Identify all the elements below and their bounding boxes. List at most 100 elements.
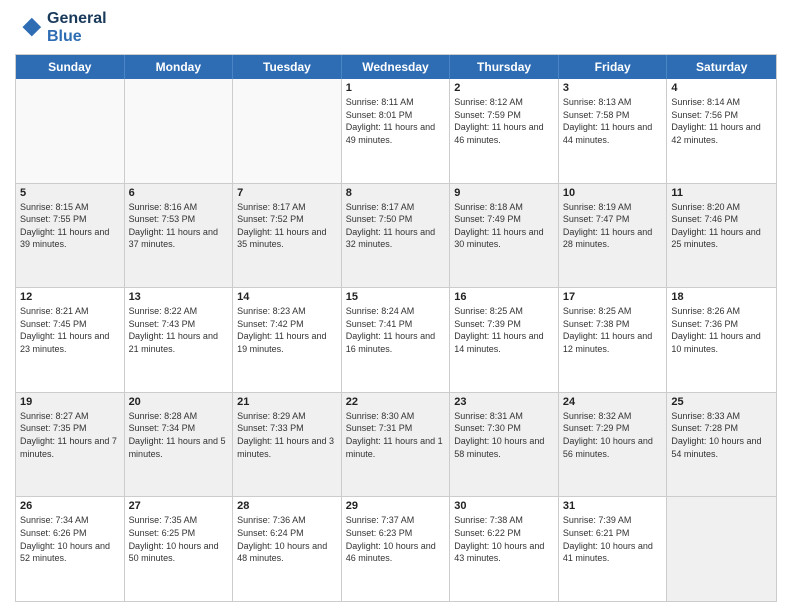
day-info: Sunrise: 8:33 AM Sunset: 7:28 PM Dayligh… [671, 410, 772, 460]
day-info: Sunrise: 7:34 AM Sunset: 6:26 PM Dayligh… [20, 514, 120, 564]
week-row-5: 26 Sunrise: 7:34 AM Sunset: 6:26 PM Dayli… [16, 497, 776, 601]
day-cell: 17 Sunrise: 8:25 AM Sunset: 7:38 PM Dayli… [559, 288, 668, 392]
day-number: 22 [346, 396, 446, 408]
day-number: 5 [20, 187, 120, 199]
day-cell: 25 Sunrise: 8:33 AM Sunset: 7:28 PM Dayli… [667, 393, 776, 497]
day-info: Sunrise: 8:28 AM Sunset: 7:34 PM Dayligh… [129, 410, 229, 460]
day-info: Sunrise: 8:11 AM Sunset: 8:01 PM Dayligh… [346, 96, 446, 146]
day-info: Sunrise: 8:22 AM Sunset: 7:43 PM Dayligh… [129, 305, 229, 355]
day-number: 17 [563, 291, 663, 303]
day-number: 29 [346, 500, 446, 512]
day-number: 31 [563, 500, 663, 512]
day-cell [233, 79, 342, 183]
day-info: Sunrise: 8:21 AM Sunset: 7:45 PM Dayligh… [20, 305, 120, 355]
day-info: Sunrise: 8:23 AM Sunset: 7:42 PM Dayligh… [237, 305, 337, 355]
day-number: 9 [454, 187, 554, 199]
day-cell: 16 Sunrise: 8:25 AM Sunset: 7:39 PM Dayli… [450, 288, 559, 392]
weeks-container: 1 Sunrise: 8:11 AM Sunset: 8:01 PM Daylig… [16, 79, 776, 601]
day-number: 28 [237, 500, 337, 512]
day-cell: 12Sunrise: 8:21 AM Sunset: 7:45 PM Dayli… [16, 288, 125, 392]
day-number: 1 [346, 82, 446, 94]
day-info: Sunrise: 8:31 AM Sunset: 7:30 PM Dayligh… [454, 410, 554, 460]
day-number: 27 [129, 500, 229, 512]
day-cell [16, 79, 125, 183]
day-info: Sunrise: 8:16 AM Sunset: 7:53 PM Dayligh… [129, 201, 229, 251]
day-cell: 27 Sunrise: 7:35 AM Sunset: 6:25 PM Dayli… [125, 497, 234, 601]
day-info: Sunrise: 7:38 AM Sunset: 6:22 PM Dayligh… [454, 514, 554, 564]
day-info: Sunrise: 8:25 AM Sunset: 7:39 PM Dayligh… [454, 305, 554, 355]
day-info: Sunrise: 8:24 AM Sunset: 7:41 PM Dayligh… [346, 305, 446, 355]
day-info: Sunrise: 7:35 AM Sunset: 6:25 PM Dayligh… [129, 514, 229, 564]
day-cell: 21Sunrise: 8:29 AM Sunset: 7:33 PM Dayli… [233, 393, 342, 497]
day-cell: 30 Sunrise: 7:38 AM Sunset: 6:22 PM Dayli… [450, 497, 559, 601]
day-header-tuesday: Tuesday [233, 55, 342, 79]
day-header-monday: Monday [125, 55, 234, 79]
day-cell: 14 Sunrise: 8:23 AM Sunset: 7:42 PM Dayli… [233, 288, 342, 392]
day-info: Sunrise: 8:18 AM Sunset: 7:49 PM Dayligh… [454, 201, 554, 251]
day-info: Sunrise: 7:36 AM Sunset: 6:24 PM Dayligh… [237, 514, 337, 564]
day-number: 19 [20, 396, 120, 408]
day-cell: 31Sunrise: 7:39 AM Sunset: 6:21 PM Dayli… [559, 497, 668, 601]
day-header-thursday: Thursday [450, 55, 559, 79]
day-header-friday: Friday [559, 55, 668, 79]
day-cell: 23Sunrise: 8:31 AM Sunset: 7:30 PM Dayli… [450, 393, 559, 497]
day-cell [125, 79, 234, 183]
day-number: 3 [563, 82, 663, 94]
day-cell: 5Sunrise: 8:15 AM Sunset: 7:55 PM Daylig… [16, 184, 125, 288]
day-info: Sunrise: 8:19 AM Sunset: 7:47 PM Dayligh… [563, 201, 663, 251]
day-number: 25 [671, 396, 772, 408]
logo: General Blue [15, 10, 107, 46]
day-number: 14 [237, 291, 337, 303]
day-number: 15 [346, 291, 446, 303]
day-info: Sunrise: 8:20 AM Sunset: 7:46 PM Dayligh… [671, 201, 772, 251]
day-number: 24 [563, 396, 663, 408]
page: General Blue SundayMondayTuesdayWednesda… [0, 0, 792, 612]
calendar: SundayMondayTuesdayWednesdayThursdayFrid… [15, 54, 777, 602]
day-cell: 7Sunrise: 8:17 AM Sunset: 7:52 PM Daylig… [233, 184, 342, 288]
day-number: 2 [454, 82, 554, 94]
day-cell: 26 Sunrise: 7:34 AM Sunset: 6:26 PM Dayli… [16, 497, 125, 601]
day-header-sunday: Sunday [16, 55, 125, 79]
day-number: 30 [454, 500, 554, 512]
day-info: Sunrise: 8:27 AM Sunset: 7:35 PM Dayligh… [20, 410, 120, 460]
week-row-2: 5Sunrise: 8:15 AM Sunset: 7:55 PM Daylig… [16, 184, 776, 289]
day-info: Sunrise: 8:29 AM Sunset: 7:33 PM Dayligh… [237, 410, 337, 460]
logo-text: General Blue [47, 10, 107, 46]
day-number: 11 [671, 187, 772, 199]
day-number: 16 [454, 291, 554, 303]
day-cell: 29 Sunrise: 7:37 AM Sunset: 6:23 PM Dayli… [342, 497, 451, 601]
day-cell: 9 Sunrise: 8:18 AM Sunset: 7:49 PM Daylig… [450, 184, 559, 288]
day-info: Sunrise: 8:17 AM Sunset: 7:50 PM Dayligh… [346, 201, 446, 251]
day-cell: 4 Sunrise: 8:14 AM Sunset: 7:56 PM Daylig… [667, 79, 776, 183]
header: General Blue [15, 10, 777, 46]
day-number: 13 [129, 291, 229, 303]
day-info: Sunrise: 8:12 AM Sunset: 7:59 PM Dayligh… [454, 96, 554, 146]
day-cell: 8Sunrise: 8:17 AM Sunset: 7:50 PM Daylig… [342, 184, 451, 288]
day-info: Sunrise: 8:13 AM Sunset: 7:58 PM Dayligh… [563, 96, 663, 146]
day-cell: 20 Sunrise: 8:28 AM Sunset: 7:34 PM Dayli… [125, 393, 234, 497]
day-header-saturday: Saturday [667, 55, 776, 79]
day-cell: 10Sunrise: 8:19 AM Sunset: 7:47 PM Dayli… [559, 184, 668, 288]
week-row-1: 1 Sunrise: 8:11 AM Sunset: 8:01 PM Daylig… [16, 79, 776, 184]
day-info: Sunrise: 8:25 AM Sunset: 7:38 PM Dayligh… [563, 305, 663, 355]
day-cell: 13 Sunrise: 8:22 AM Sunset: 7:43 PM Dayli… [125, 288, 234, 392]
day-info: Sunrise: 8:32 AM Sunset: 7:29 PM Dayligh… [563, 410, 663, 460]
day-cell: 28 Sunrise: 7:36 AM Sunset: 6:24 PM Dayli… [233, 497, 342, 601]
day-headers: SundayMondayTuesdayWednesdayThursdayFrid… [16, 55, 776, 79]
day-number: 6 [129, 187, 229, 199]
week-row-3: 12Sunrise: 8:21 AM Sunset: 7:45 PM Dayli… [16, 288, 776, 393]
week-row-4: 19 Sunrise: 8:27 AM Sunset: 7:35 PM Dayli… [16, 393, 776, 498]
day-number: 18 [671, 291, 772, 303]
day-cell: 11 Sunrise: 8:20 AM Sunset: 7:46 PM Dayli… [667, 184, 776, 288]
day-info: Sunrise: 7:37 AM Sunset: 6:23 PM Dayligh… [346, 514, 446, 564]
day-number: 4 [671, 82, 772, 94]
day-cell: 15 Sunrise: 8:24 AM Sunset: 7:41 PM Dayli… [342, 288, 451, 392]
day-info: Sunrise: 8:14 AM Sunset: 7:56 PM Dayligh… [671, 96, 772, 146]
day-cell: 22Sunrise: 8:30 AM Sunset: 7:31 PM Dayli… [342, 393, 451, 497]
day-info: Sunrise: 8:26 AM Sunset: 7:36 PM Dayligh… [671, 305, 772, 355]
day-header-wednesday: Wednesday [342, 55, 451, 79]
day-number: 26 [20, 500, 120, 512]
day-number: 20 [129, 396, 229, 408]
day-cell: 19 Sunrise: 8:27 AM Sunset: 7:35 PM Dayli… [16, 393, 125, 497]
day-cell: 3 Sunrise: 8:13 AM Sunset: 7:58 PM Daylig… [559, 79, 668, 183]
